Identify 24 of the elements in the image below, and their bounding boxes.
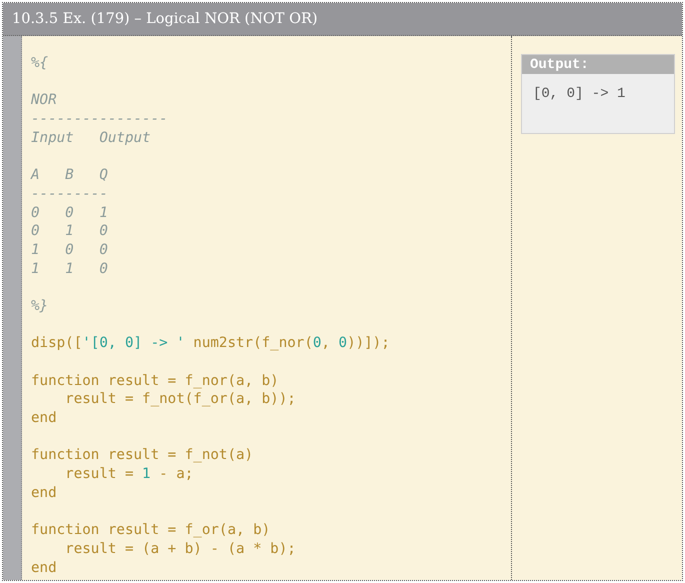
code-line: %} bbox=[31, 296, 48, 316]
code-line: end bbox=[31, 484, 57, 502]
code-line: 1 1 0 bbox=[31, 260, 108, 278]
code-line: 0 1 0 bbox=[31, 222, 108, 241]
code-line: end bbox=[31, 558, 57, 578]
code-line: 0 0 1 bbox=[31, 204, 108, 222]
code-line: end bbox=[31, 409, 57, 428]
code-line: result = 1 - a; bbox=[64, 465, 194, 484]
code-line: result = (a + b) - (a * b); bbox=[64, 540, 296, 559]
code-line: --------- bbox=[31, 184, 108, 204]
code-line: disp(['[0, 0] -> ' num2str(f_nor(0, 0))]); bbox=[31, 334, 390, 353]
code-line: %{ bbox=[31, 54, 48, 73]
code-line: function result = f_or(a, b) bbox=[31, 521, 270, 540]
code-line: ---------------- bbox=[31, 110, 168, 129]
window-title: 10.3.5 Ex. (179) – Logical NOR (NOT OR) bbox=[12, 11, 318, 27]
code-line: NOR bbox=[31, 91, 57, 110]
code-line: function result = f_nor(a, b) bbox=[31, 372, 279, 390]
code-line: 1 0 0 bbox=[31, 240, 108, 260]
code-line: function result = f_not(a) bbox=[31, 446, 254, 466]
output-line: [0, 0] -> 1 bbox=[533, 86, 626, 102]
code-line: result = f_not(f_or(a, b)); bbox=[64, 390, 296, 410]
code-line: A B Q bbox=[31, 166, 108, 185]
code-line: Input Output bbox=[31, 128, 151, 148]
output-title: Output: bbox=[530, 56, 589, 72]
